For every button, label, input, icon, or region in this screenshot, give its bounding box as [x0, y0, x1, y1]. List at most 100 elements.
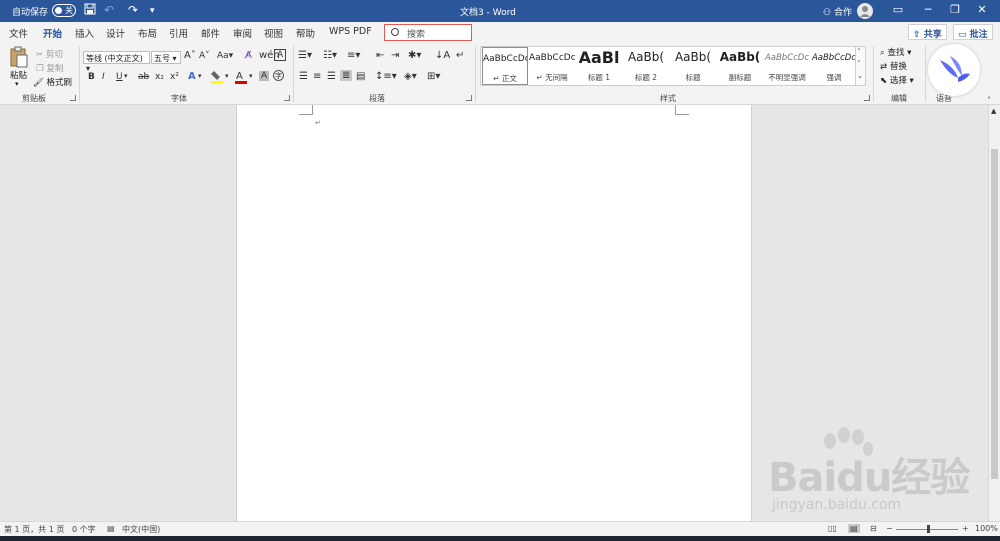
comments-button[interactable]: ▭ 批注: [953, 24, 993, 40]
styles-scroll[interactable]: ˄ ˅ ⌄: [855, 47, 865, 85]
tab-home[interactable]: 开始: [43, 26, 63, 44]
font-launcher-icon[interactable]: [284, 95, 290, 101]
highlight-color-icon[interactable]: [211, 70, 223, 87]
numbering-icon[interactable]: ☷▾: [323, 50, 337, 61]
line-spacing-icon[interactable]: ↕≡▾: [375, 71, 397, 82]
decrease-indent-icon[interactable]: ⇤: [376, 50, 384, 61]
tab-file[interactable]: 文件: [9, 26, 28, 40]
cut-button[interactable]: ✂ 剪切: [36, 48, 63, 60]
highlight-dropdown-icon[interactable]: ▾: [225, 72, 229, 80]
tab-review[interactable]: 审阅: [233, 26, 252, 40]
style-subtitle[interactable]: AaBb( 副标题: [717, 47, 763, 85]
text-effects-dropdown-icon[interactable]: ▾: [198, 72, 202, 80]
styles-launcher-icon[interactable]: [864, 95, 870, 101]
coauthor-button[interactable]: ⚇ 合作: [823, 5, 852, 18]
search-input[interactable]: 搜索: [384, 24, 472, 41]
user-avatar-icon[interactable]: [857, 3, 873, 19]
minimize-button[interactable]: ─: [918, 3, 938, 16]
maximize-button[interactable]: ❐: [945, 3, 965, 16]
bold-button[interactable]: B: [88, 72, 95, 82]
tab-help[interactable]: 帮助: [296, 26, 315, 40]
style-emphasis[interactable]: AaBbCcDc 强调: [811, 47, 857, 85]
sort-icon[interactable]: ↓A: [435, 50, 450, 61]
styles-gallery[interactable]: AaBbCcDc ↵ 正文 AaBbCcDc ↵ 无间隔 AaBl 标题 1 A…: [480, 46, 866, 86]
align-right-icon[interactable]: ☰: [327, 71, 336, 82]
style-heading-1[interactable]: AaBl 标题 1: [576, 47, 622, 85]
find-button[interactable]: ⌕ 查找 ▾: [880, 46, 911, 58]
tab-layout[interactable]: 布局: [138, 26, 157, 40]
word-count[interactable]: 0 个字: [72, 524, 96, 535]
tab-mailings[interactable]: 邮件: [201, 26, 220, 40]
replace-button[interactable]: ⇄ 替换: [880, 60, 907, 72]
gallery-more-icon[interactable]: ⌄: [857, 72, 863, 80]
increase-indent-icon[interactable]: ⇥: [391, 50, 399, 61]
subscript-button[interactable]: x₂: [155, 72, 164, 82]
style-title[interactable]: AaBb( 标题: [670, 47, 716, 85]
shading-icon[interactable]: ◈▾: [404, 71, 417, 82]
clear-formatting-icon[interactable]: A̸: [245, 50, 252, 61]
document-page[interactable]: ↵: [236, 105, 752, 521]
gallery-up-icon[interactable]: ˄: [857, 48, 861, 56]
language-indicator[interactable]: 中文(中国): [122, 524, 160, 535]
tab-view[interactable]: 视图: [264, 26, 283, 40]
align-center-icon[interactable]: ≡: [313, 71, 321, 82]
paste-dropdown-icon[interactable]: ▾: [15, 80, 19, 88]
underline-dropdown-icon[interactable]: ▾: [124, 72, 128, 80]
proofing-icon[interactable]: ▤: [107, 524, 115, 533]
font-color-icon[interactable]: A: [235, 70, 247, 87]
gallery-down-icon[interactable]: ˅: [857, 60, 861, 68]
clipboard-launcher-icon[interactable]: [70, 95, 76, 101]
multilevel-list-icon[interactable]: ≡▾: [347, 50, 360, 61]
enclose-characters-icon[interactable]: 字: [273, 70, 284, 81]
save-icon[interactable]: [84, 3, 96, 18]
style-heading-2[interactable]: AaBb( 标题 2: [623, 47, 669, 85]
superscript-button[interactable]: x²: [170, 72, 179, 82]
copy-button[interactable]: ❐ 复制: [36, 62, 63, 74]
tab-wps-pdf[interactable]: WPS PDF: [329, 26, 372, 37]
bullets-icon[interactable]: ☰▾: [298, 50, 312, 61]
strikethrough-button[interactable]: ab: [138, 72, 149, 82]
paragraph-launcher-icon[interactable]: [466, 95, 472, 101]
chinese-layout-icon[interactable]: ✱▾: [408, 50, 421, 61]
italic-button[interactable]: I: [102, 72, 105, 82]
scrollbar-thumb[interactable]: [991, 149, 998, 479]
zoom-out-button[interactable]: −: [886, 524, 893, 533]
zoom-slider-thumb[interactable]: [927, 525, 930, 533]
font-color-dropdown-icon[interactable]: ▾: [249, 72, 253, 80]
character-border-icon[interactable]: A: [274, 49, 287, 61]
close-button[interactable]: ✕: [972, 3, 992, 16]
style-normal[interactable]: AaBbCcDc ↵ 正文: [482, 47, 528, 85]
character-shading-icon[interactable]: A: [259, 71, 270, 81]
tab-insert[interactable]: 插入: [75, 26, 94, 40]
redo-icon[interactable]: ↷: [128, 3, 138, 17]
borders-icon[interactable]: ⊞▾: [427, 71, 440, 82]
paste-icon[interactable]: [9, 46, 29, 71]
style-subtle-emphasis[interactable]: AaBbCcDc 不明显强调: [764, 47, 810, 85]
zoom-in-button[interactable]: +: [962, 524, 969, 533]
text-effects-icon[interactable]: A: [188, 71, 196, 82]
format-painter-button[interactable]: 🖌 格式刷: [33, 76, 72, 88]
tab-references[interactable]: 引用: [169, 26, 188, 40]
font-size-dropdown[interactable]: 五号 ▾: [151, 51, 181, 64]
autosave-toggle[interactable]: 关: [52, 4, 76, 17]
web-layout-icon[interactable]: ⊟: [870, 524, 877, 533]
distributed-icon[interactable]: ▤: [356, 71, 365, 82]
ribbon-display-options-icon[interactable]: ▭: [888, 3, 908, 16]
print-layout-icon[interactable]: ▤: [848, 524, 860, 533]
justify-icon[interactable]: ≣: [340, 70, 353, 81]
customize-quick-access-icon[interactable]: ▾: [150, 6, 155, 16]
undo-icon[interactable]: ↶: [104, 3, 114, 17]
page-count[interactable]: 第 1 页，共 1 页: [4, 524, 64, 535]
select-button[interactable]: ⬉ 选择 ▾: [880, 74, 914, 86]
collapse-ribbon-icon[interactable]: ˄: [987, 96, 991, 105]
align-left-icon[interactable]: ☰: [299, 71, 308, 82]
change-case-button[interactable]: Aa▾: [217, 51, 233, 61]
read-mode-icon[interactable]: ▯▯: [828, 524, 837, 533]
voice-assistant-logo[interactable]: [928, 44, 980, 96]
grow-font-button[interactable]: A˄: [184, 50, 196, 61]
share-button[interactable]: ⇪ 共享: [908, 24, 947, 40]
zoom-level[interactable]: 100%: [975, 524, 998, 533]
underline-button[interactable]: U: [116, 72, 123, 82]
scroll-up-icon[interactable]: ▲: [991, 107, 996, 115]
style-no-spacing[interactable]: AaBbCcDc ↵ 无间隔: [529, 47, 575, 85]
